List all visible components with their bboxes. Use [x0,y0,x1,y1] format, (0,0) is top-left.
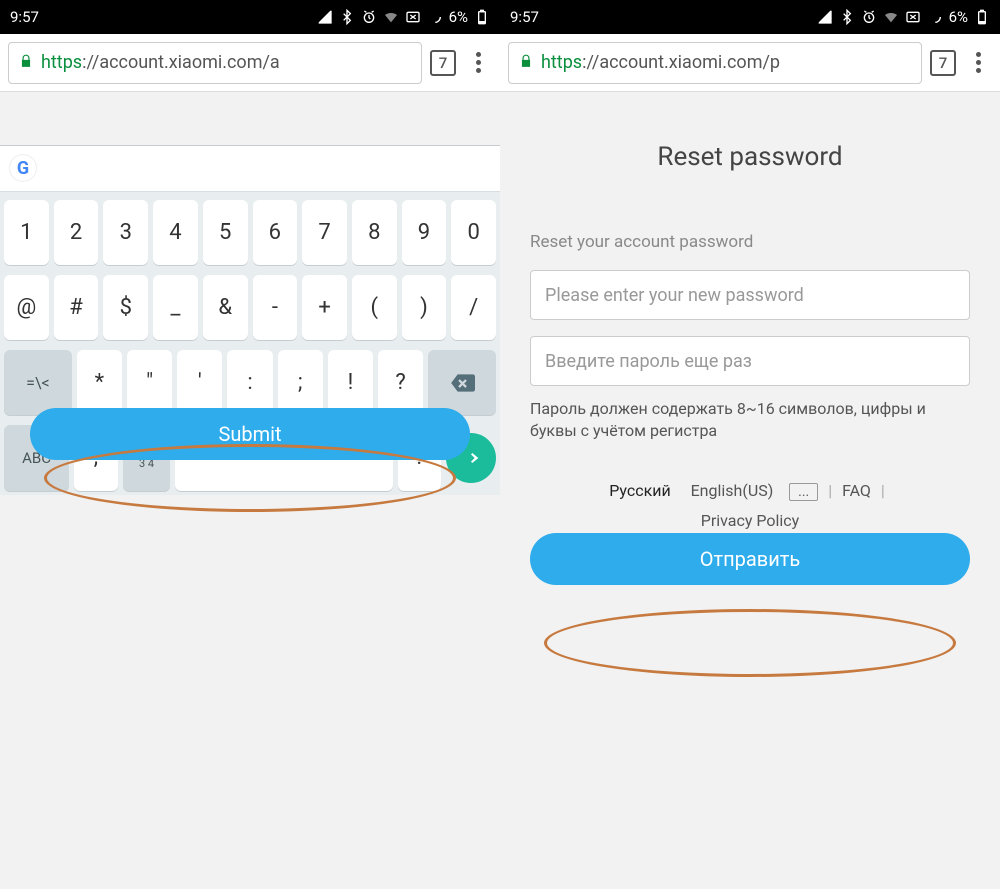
key-at[interactable]: @ [4,275,49,340]
browser-bar: https://account.xiaomi.com/a 7 [0,34,500,92]
key-slash[interactable]: / [451,275,496,340]
key-semicolon[interactable]: ; [278,350,323,415]
key-rparen[interactable]: ) [402,275,447,340]
key-amp[interactable]: & [203,275,248,340]
lock-icon [519,52,533,73]
status-bar: 9:57 6% [500,0,1000,34]
key-dash[interactable]: - [253,275,298,340]
lock-icon [19,52,33,73]
key-7[interactable]: 7 [302,200,347,265]
bluetooth-icon [839,9,855,25]
url-path: ://account.xiaomi.com/a [82,52,280,73]
confirm-password-input[interactable]: Введите пароль еще раз [530,336,970,386]
key-8[interactable]: 8 [352,200,397,265]
battery-icon [474,9,490,25]
key-colon[interactable]: : [227,350,272,415]
key-9[interactable]: 9 [402,200,447,265]
key-hash[interactable]: # [54,275,99,340]
kb-row-1: 1 2 3 4 5 6 7 8 9 0 [4,200,496,265]
lang-en[interactable]: English(US) [691,481,774,500]
faq-link[interactable]: FAQ [842,481,871,500]
tabs-button[interactable]: 7 [430,50,456,76]
key-2[interactable]: 2 [54,200,99,265]
status-icons: 6% [317,8,490,26]
menu-button[interactable] [464,52,492,73]
alarm-icon [361,9,377,25]
url-scheme: https [41,52,82,73]
submit-button[interactable]: Отправить [530,533,970,585]
status-icons: 6% [817,8,990,26]
privacy-link[interactable]: Privacy Policy [701,511,800,530]
address-bar[interactable]: https://account.xiaomi.com/a [8,42,422,84]
key-symshift[interactable]: =\< [4,350,72,415]
key-0[interactable]: 0 [451,200,496,265]
kb-row-3: =\< * " ' : ; ! ? [4,350,496,415]
loading-icon [927,9,943,25]
signal-icon [317,9,333,25]
key-dollar[interactable]: $ [103,275,148,340]
wifi-icon [383,9,399,25]
status-bar: 9:57 6% [0,0,500,34]
url-path: ://account.xiaomi.com/p [582,52,780,73]
key-underscore[interactable]: _ [153,275,198,340]
lang-ru[interactable]: Русский [609,481,671,500]
wifi-icon [883,9,899,25]
key-4[interactable]: 4 [153,200,198,265]
key-plus[interactable]: + [302,275,347,340]
browser-bar: https://account.xiaomi.com/p 7 [500,34,1000,92]
password-requirements: Пароль должен содержать 8~16 символов, ц… [530,398,970,443]
phone-left: 9:57 6% https://account.xiaomi.com/a 7 A… [0,0,500,889]
key-bang[interactable]: ! [328,350,373,415]
battery-pct: 6% [949,8,968,26]
account-verification-page: Account verification Send verification c… [0,92,500,495]
reset-hint: Reset your account password [530,232,970,252]
key-backspace[interactable] [428,350,496,415]
reset-password-page: Reset password Reset your account passwo… [500,92,1000,585]
key-5[interactable]: 5 [203,200,248,265]
highlight-ellipse [544,609,956,677]
x-box-icon [405,9,421,25]
key-lparen[interactable]: ( [352,275,397,340]
x-box-icon [905,9,921,25]
phone-right: 9:57 6% https://account.xiaomi.com/p 7 R… [500,0,1000,889]
new-password-input[interactable]: Please enter your new password [530,270,970,320]
key-squote[interactable]: ' [177,350,222,415]
menu-button[interactable] [964,52,992,73]
status-time: 9:57 [510,8,539,26]
address-bar[interactable]: https://account.xiaomi.com/p [508,42,922,84]
status-time: 9:57 [10,8,39,26]
loading-icon [427,9,443,25]
url-scheme: https [541,52,582,73]
key-1[interactable]: 1 [4,200,49,265]
key-dquote[interactable]: " [127,350,172,415]
signal-icon [817,9,833,25]
submit-button[interactable]: Submit [30,408,470,460]
key-3[interactable]: 3 [103,200,148,265]
key-star[interactable]: * [77,350,122,415]
lang-more[interactable]: ... [789,483,818,501]
battery-icon [974,9,990,25]
page-title: Reset password [530,142,970,172]
battery-pct: 6% [449,8,468,26]
key-question[interactable]: ? [378,350,423,415]
kb-row-2: @ # $ _ & - + ( ) / [4,275,496,340]
alarm-icon [861,9,877,25]
key-6[interactable]: 6 [253,200,298,265]
bluetooth-icon [339,9,355,25]
google-logo-icon[interactable]: G [10,155,36,181]
tabs-button[interactable]: 7 [930,50,956,76]
